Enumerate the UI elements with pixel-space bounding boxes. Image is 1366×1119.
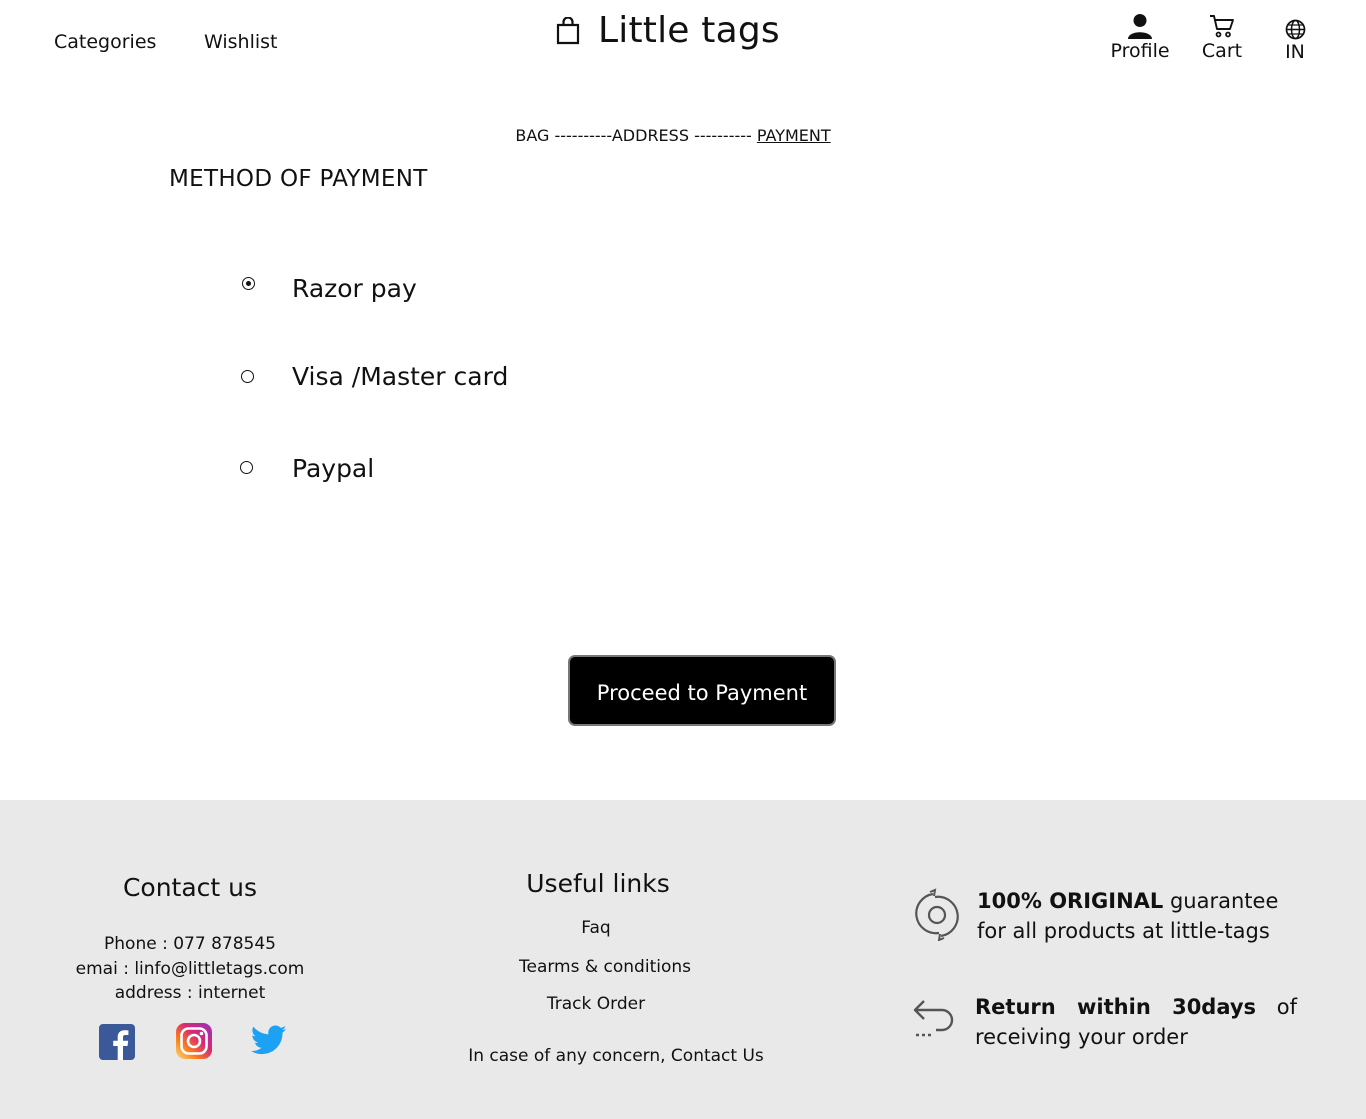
contact-address: address : internet bbox=[114, 983, 266, 1003]
contact-title: Contact us bbox=[122, 873, 258, 902]
step-payment-current: PAYMENT bbox=[756, 126, 831, 145]
footer-link-track-order[interactable]: Track Order bbox=[496, 994, 696, 1014]
twitter-icon[interactable] bbox=[251, 1022, 287, 1058]
footer-link-terms[interactable]: Tearms & conditions bbox=[476, 957, 734, 977]
option-label-visa-mastercard[interactable]: Visa /Master card bbox=[292, 362, 508, 391]
radio-visa-mastercard[interactable] bbox=[241, 370, 254, 383]
proceed-to-payment-button[interactable]: Proceed to Payment bbox=[568, 655, 836, 726]
useful-links-title: Useful links bbox=[526, 869, 670, 898]
region-selector[interactable]: IN bbox=[1279, 19, 1311, 63]
brand-title: Little tags bbox=[598, 10, 780, 51]
profile-label: Profile bbox=[1110, 40, 1170, 62]
profile-button[interactable]: Profile bbox=[1108, 13, 1172, 62]
return-icon bbox=[913, 1000, 954, 1037]
contact-email: emai : linfo@littletags.com bbox=[75, 958, 305, 979]
cart-icon bbox=[1210, 15, 1234, 38]
radio-unselected-indicator bbox=[240, 461, 253, 474]
radio-unselected-indicator bbox=[241, 370, 254, 383]
footer-link-contact-us[interactable]: In case of any concern, Contact Us bbox=[456, 1046, 776, 1066]
cart-button[interactable]: Cart bbox=[1198, 14, 1246, 62]
contact-phone: Phone : 077 878545 bbox=[104, 934, 276, 954]
instagram-icon[interactable] bbox=[176, 1023, 212, 1059]
steps-previous: BAG ----------ADDRESS ---------- bbox=[515, 126, 757, 145]
checkout-steps: BAG ----------ADDRESS ---------- PAYMENT bbox=[0, 126, 1346, 145]
nav-categories[interactable]: Categories bbox=[54, 31, 156, 53]
option-label-razorpay[interactable]: Razor pay bbox=[292, 274, 417, 303]
brand-logo[interactable]: Little tags bbox=[556, 10, 780, 51]
payment-method-title: METHOD OF PAYMENT bbox=[169, 166, 428, 192]
cart-label: Cart bbox=[1201, 40, 1243, 62]
guarantee-original: 100% ORIGINAL guarantee for all products… bbox=[977, 886, 1307, 946]
shopping-bag-icon bbox=[556, 16, 580, 44]
guarantee-return-bold: Return within 30days bbox=[975, 995, 1257, 1019]
nav-wishlist[interactable]: Wishlist bbox=[204, 31, 278, 53]
radio-selected-indicator bbox=[242, 277, 255, 290]
radio-paypal[interactable] bbox=[240, 461, 253, 474]
radio-razorpay[interactable] bbox=[242, 277, 255, 290]
guarantee-return: Return within 30days of receiving your o… bbox=[975, 992, 1297, 1052]
user-icon bbox=[1128, 14, 1152, 39]
globe-icon bbox=[1285, 19, 1305, 40]
facebook-icon[interactable] bbox=[99, 1024, 135, 1060]
region-label: IN bbox=[1285, 41, 1305, 63]
guarantee-original-bold: 100% ORIGINAL bbox=[977, 889, 1164, 913]
original-guarantee-icon bbox=[915, 888, 959, 941]
contact-info: Phone : 077 878545 emai : linfo@littleta… bbox=[40, 932, 340, 1006]
option-label-paypal[interactable]: Paypal bbox=[292, 454, 374, 483]
footer-link-faq[interactable]: Faq bbox=[496, 918, 696, 938]
